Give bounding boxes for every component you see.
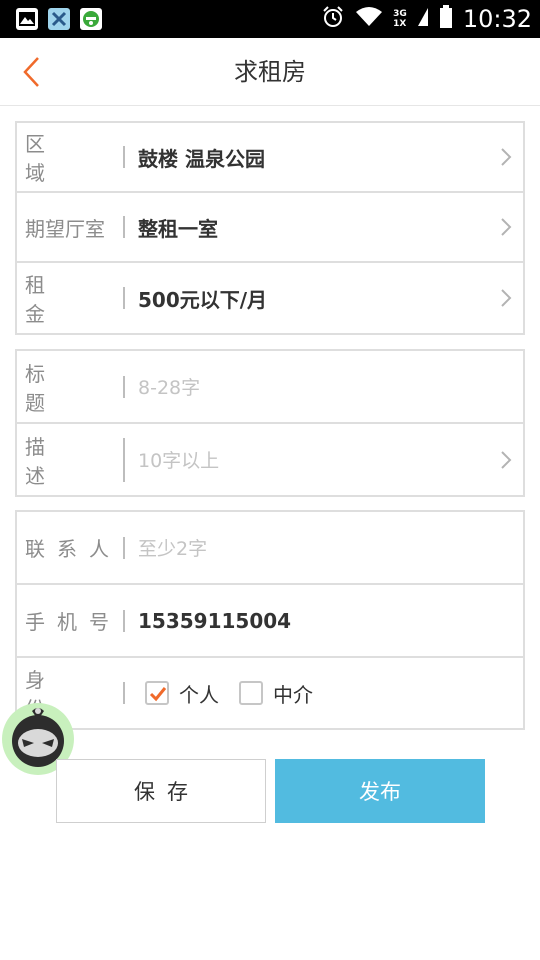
title-bar: 求租房 — [0, 38, 540, 106]
region-label-text: 区域 — [25, 132, 86, 185]
phone-label: 手机号 — [25, 585, 121, 656]
rooms-value: 整租一室 — [138, 216, 218, 241]
location-section: 区域 鼓楼 温泉公园 期望厅室 整租一室 租金 500元以下/月 — [15, 121, 525, 335]
chevron-right-icon — [501, 450, 512, 469]
contact-row[interactable]: 联系人 至少2字 — [17, 512, 523, 585]
contact-label-text: 联系人 — [25, 537, 121, 561]
description-label-text: 描述 — [25, 434, 86, 488]
region-row[interactable]: 区域 鼓楼 温泉公园 — [17, 123, 523, 193]
wifi-icon — [355, 6, 383, 32]
contact-section: 联系人 至少2字 手机号 15359115004 身份 个人 中介 — [15, 510, 525, 730]
region-value: 鼓楼 温泉公园 — [138, 146, 265, 171]
network-type: 3G 1X — [393, 9, 407, 29]
title-label-text: 标题 — [25, 361, 86, 415]
divider — [123, 437, 125, 482]
rent-label: 租金 — [25, 263, 121, 333]
contact-label: 联系人 — [25, 512, 121, 583]
chevron-right-icon — [501, 148, 512, 166]
checkmark-icon — [149, 687, 167, 702]
phone-input[interactable]: 15359115004 — [138, 585, 291, 656]
description-input[interactable]: 10字以上 — [138, 424, 219, 495]
chevron-right-icon — [501, 289, 512, 307]
divider — [123, 682, 125, 704]
page-title: 求租房 — [234, 58, 306, 86]
title-row[interactable]: 标题 8-28字 — [17, 351, 523, 424]
status-bar-notifications — [16, 8, 102, 30]
green-app-icon — [80, 8, 102, 30]
publish-button[interactable]: 发布 — [275, 759, 485, 823]
title-input[interactable]: 8-28字 — [138, 351, 200, 422]
alarm-icon — [321, 5, 345, 33]
agent-label: 中介 — [273, 682, 313, 707]
identity-row: 身份 个人 中介 — [17, 658, 523, 728]
save-button[interactable]: 保存 — [56, 759, 266, 823]
status-time: 10:32 — [462, 5, 532, 33]
details-section: 标题 8-28字 描述 10字以上 — [15, 349, 525, 497]
rooms-label: 期望厅室 — [25, 216, 105, 241]
divider — [123, 216, 125, 238]
rent-value: 500元以下/月 — [138, 287, 268, 312]
phone-label-text: 手机号 — [25, 610, 121, 634]
chevron-right-icon — [501, 218, 512, 236]
contact-input[interactable]: 至少2字 — [138, 512, 207, 583]
status-bar-system: 3G 1X 10:32 — [321, 0, 532, 38]
description-label: 描述 — [25, 424, 121, 495]
rent-row[interactable]: 租金 500元以下/月 — [17, 263, 523, 333]
divider — [123, 287, 125, 309]
gallery-icon — [16, 8, 38, 30]
rent-label-text: 租金 — [25, 273, 86, 326]
description-row[interactable]: 描述 10字以上 — [17, 424, 523, 495]
personal-checkbox[interactable] — [145, 681, 169, 705]
divider — [123, 609, 125, 632]
battery-icon — [439, 5, 453, 33]
signal-icon — [417, 6, 429, 32]
rooms-row[interactable]: 期望厅室 整租一室 — [17, 193, 523, 263]
divider — [123, 375, 125, 398]
agent-checkbox[interactable] — [239, 681, 263, 705]
phone-row[interactable]: 手机号 15359115004 — [17, 585, 523, 658]
identity-options: 个人 中介 — [145, 658, 313, 728]
status-bar: 3G 1X 10:32 — [0, 0, 540, 38]
identity-personal-option[interactable]: 个人 — [145, 679, 219, 708]
divider — [123, 146, 125, 168]
identity-agent-option[interactable]: 中介 — [239, 679, 313, 708]
title-label: 标题 — [25, 351, 121, 422]
region-label: 区域 — [25, 123, 121, 191]
divider — [123, 536, 125, 559]
cancel-notify-icon — [48, 8, 70, 30]
personal-label: 个人 — [179, 682, 219, 707]
